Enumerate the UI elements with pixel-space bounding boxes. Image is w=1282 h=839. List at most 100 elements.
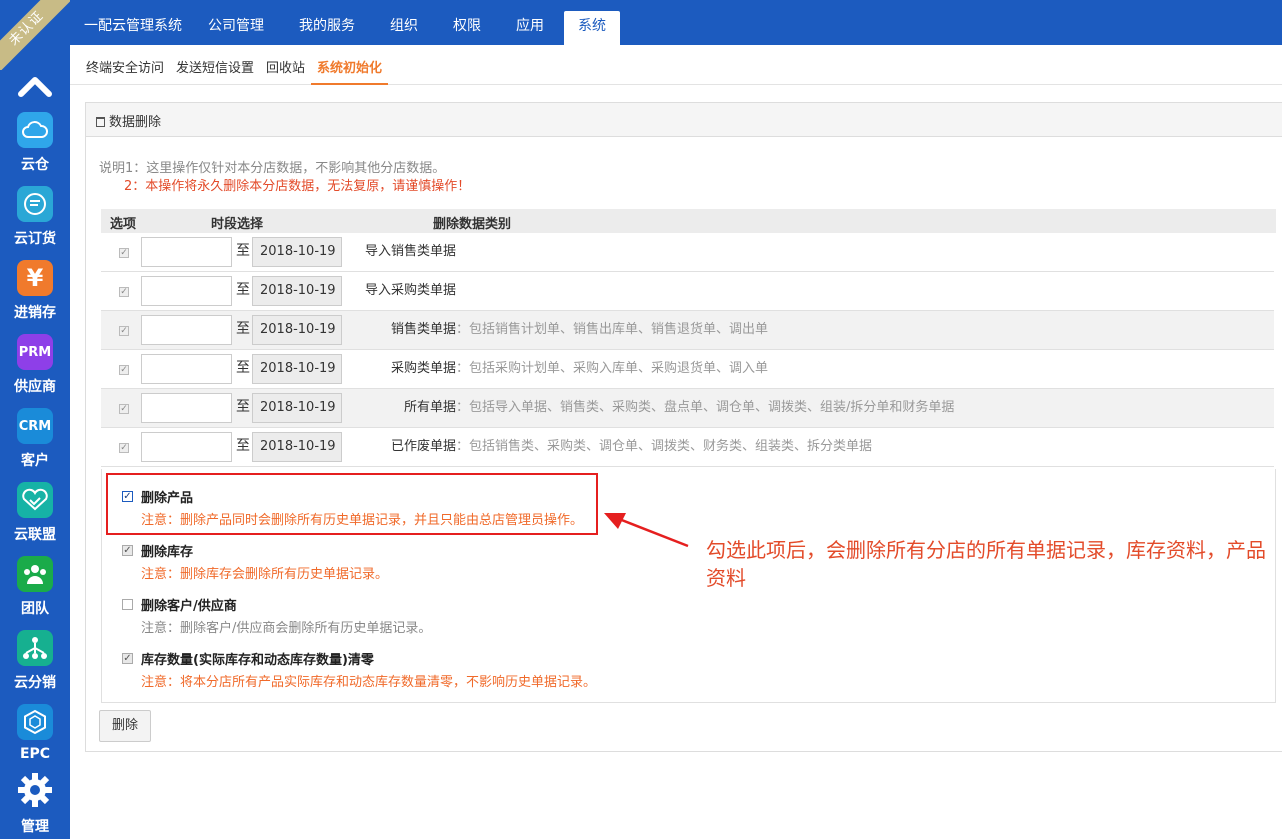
option-title: 删除客户/供应商 xyxy=(141,599,237,614)
instruction-note-2: 2：本操作将永久删除本分店数据，无法复原，请谨慎操作！ xyxy=(124,179,471,194)
nav-permissions[interactable]: 权限 xyxy=(439,11,495,45)
reset-stock-qty-checkbox[interactable]: ✓ xyxy=(122,653,133,664)
sidebar-item-label: 云订货 xyxy=(14,231,56,247)
header-period: 时段选择 xyxy=(211,217,264,232)
data-delete-panel: 数据删除 说明1：这里操作仅针对本分店数据，不影响其他分店数据。 2：本操作将永… xyxy=(85,102,1282,752)
row-checkbox[interactable]: ✓ xyxy=(119,443,129,453)
annotation-arrow-icon xyxy=(604,513,689,548)
sidebar-item-epc[interactable]: EPC xyxy=(0,704,70,778)
sidebar-item-label: EPC xyxy=(19,746,51,762)
end-date-input[interactable]: 2018-10-19 xyxy=(252,354,342,384)
option-note: 注意：将本分店所有产品实际库存和动态库存数量清零，不影响历史单据记录。 xyxy=(141,675,597,690)
sidebar-item-label: 云联盟 xyxy=(14,527,56,543)
team-icon xyxy=(17,556,53,592)
table-row: ✓ 至 2018-10-19 销售类单据：包括销售计划单、销售出库单、销售退货单… xyxy=(101,311,1274,350)
sidebar: 未认证 云仓 云订货 ¥ 进销存 PRM 供应商 CRM 客户 云联盟 团队 云… xyxy=(0,0,70,839)
sidebar-item-cloud-order[interactable]: 云订货 xyxy=(0,186,70,260)
end-date-input[interactable]: 2018-10-19 xyxy=(252,237,342,267)
end-date-input[interactable]: 2018-10-19 xyxy=(252,432,342,462)
header-category: 删除数据类别 xyxy=(433,217,512,232)
table-row: ✓ 至 2018-10-19 导入采购类单据 xyxy=(101,272,1274,311)
sidebar-item-management[interactable]: 管理 xyxy=(0,772,70,839)
sidebar-item-customer[interactable]: CRM 客户 xyxy=(0,408,70,482)
sidebar-item-cloud-warehouse[interactable]: 云仓 xyxy=(0,112,70,186)
table-header: 选项 时段选择 删除数据类别 xyxy=(101,209,1276,233)
row-label: 导入销售类单据 xyxy=(365,244,457,259)
row-checkbox[interactable]: ✓ xyxy=(119,287,129,297)
collapse-up-icon[interactable] xyxy=(17,74,53,98)
nav-organization[interactable]: 组织 xyxy=(376,11,432,45)
to-label: 至 xyxy=(236,321,250,337)
annotation-text: 勾选此项后，会删除所有分店的所有单据记录，库存资料，产品资料 xyxy=(706,538,1266,590)
table-row: ✓ 至 2018-10-19 所有单据：包括导入单据、销售类、采购类、盘点单、调… xyxy=(101,389,1274,428)
table-row: ✓ 至 2018-10-19 采购类单据：包括采购计划单、采购入库单、采购退货单… xyxy=(101,350,1274,389)
cube-icon xyxy=(17,704,53,740)
unverified-ribbon: 未认证 xyxy=(0,0,70,70)
tab-recycle-bin[interactable]: 回收站 xyxy=(266,57,305,85)
sidebar-item-cloud-distribution[interactable]: 云分销 xyxy=(0,630,70,704)
sidebar-item-supplier[interactable]: PRM 供应商 xyxy=(0,334,70,408)
nav-system[interactable]: 系统 xyxy=(564,11,620,45)
sidebar-item-label: 云分销 xyxy=(14,675,56,691)
yen-icon: ¥ xyxy=(17,260,53,296)
start-date-input[interactable] xyxy=(141,354,232,384)
tab-system-init[interactable]: 系统初始化 xyxy=(311,57,389,85)
sidebar-item-team[interactable]: 团队 xyxy=(0,556,70,630)
table-row: ✓ 至 2018-10-19 已作废单据：包括销售类、采购类、调仓单、调拨类、财… xyxy=(101,428,1274,467)
chat-icon xyxy=(17,186,53,222)
network-icon xyxy=(17,630,53,666)
end-date-input[interactable]: 2018-10-19 xyxy=(252,393,342,423)
row-label: 采购类单据：包括采购计划单、采购入库单、采购退货单、调入单 xyxy=(391,361,769,376)
start-date-input[interactable] xyxy=(141,393,232,423)
sidebar-item-cloud-alliance[interactable]: 云联盟 xyxy=(0,482,70,556)
option-title: 库存数量(实际库存和动态库存数量)清零 xyxy=(141,653,374,668)
to-label: 至 xyxy=(236,438,250,454)
row-checkbox[interactable]: ✓ xyxy=(119,404,129,414)
nav-brand[interactable]: 一配云管理系统 xyxy=(70,11,196,45)
sub-tab-bar: 终端安全访问 发送短信设置 回收站 系统初始化 xyxy=(70,45,1282,85)
row-label: 销售类单据：包括销售计划单、销售出库单、销售退货单、调出单 xyxy=(391,322,769,337)
sidebar-item-label: 客户 xyxy=(21,453,49,469)
tab-sms-settings[interactable]: 发送短信设置 xyxy=(176,57,254,85)
delete-customer-supplier-checkbox[interactable] xyxy=(122,599,133,610)
end-date-input[interactable]: 2018-10-19 xyxy=(252,315,342,345)
end-date-input[interactable]: 2018-10-19 xyxy=(252,276,342,306)
row-label: 所有单据：包括导入单据、销售类、采购类、盘点单、调仓单、调拨类、组装/拆分单和财… xyxy=(404,400,955,415)
sidebar-item-inventory[interactable]: ¥ 进销存 xyxy=(0,260,70,334)
sidebar-item-label: 管理 xyxy=(21,819,49,835)
panel-title: 数据删除 xyxy=(109,115,162,130)
highlight-box xyxy=(106,473,598,535)
sidebar-item-label: 云仓 xyxy=(21,157,49,173)
row-label: 已作废单据：包括销售类、采购类、调仓单、调拨类、财务类、组装类、拆分类单据 xyxy=(391,439,873,454)
start-date-input[interactable] xyxy=(141,276,232,306)
row-checkbox[interactable]: ✓ xyxy=(119,248,129,258)
handshake-icon xyxy=(17,482,53,518)
delete-stock-checkbox[interactable]: ✓ xyxy=(122,545,133,556)
to-label: 至 xyxy=(236,243,250,259)
tab-terminal-security[interactable]: 终端安全访问 xyxy=(86,57,164,85)
crm-icon: CRM xyxy=(17,408,53,444)
unverified-ribbon-wrap: 未认证 xyxy=(0,0,70,70)
sidebar-item-label: 进销存 xyxy=(14,305,56,321)
to-label: 至 xyxy=(236,360,250,376)
nav-applications[interactable]: 应用 xyxy=(502,11,558,45)
start-date-input[interactable] xyxy=(141,237,232,267)
panel-header: 数据删除 xyxy=(86,103,1282,137)
sidebar-item-label: 供应商 xyxy=(14,379,56,395)
gear-icon xyxy=(17,772,53,808)
start-date-input[interactable] xyxy=(141,315,232,345)
delete-button[interactable]: 删除 xyxy=(99,710,151,742)
to-label: 至 xyxy=(236,282,250,298)
nav-company-management[interactable]: 公司管理 xyxy=(194,11,278,45)
table-row: ✓ 至 2018-10-19 导入销售类单据 xyxy=(101,233,1274,272)
nav-my-services[interactable]: 我的服务 xyxy=(285,11,369,45)
cloud-icon xyxy=(17,112,53,148)
to-label: 至 xyxy=(236,399,250,415)
row-checkbox[interactable]: ✓ xyxy=(119,365,129,375)
row-label: 导入采购类单据 xyxy=(365,283,457,298)
prm-icon: PRM xyxy=(17,334,53,370)
top-nav-bar: 一配云管理系统 公司管理 我的服务 组织 权限 应用 系统 xyxy=(70,0,1282,45)
trash-icon xyxy=(96,117,105,127)
start-date-input[interactable] xyxy=(141,432,232,462)
row-checkbox[interactable]: ✓ xyxy=(119,326,129,336)
